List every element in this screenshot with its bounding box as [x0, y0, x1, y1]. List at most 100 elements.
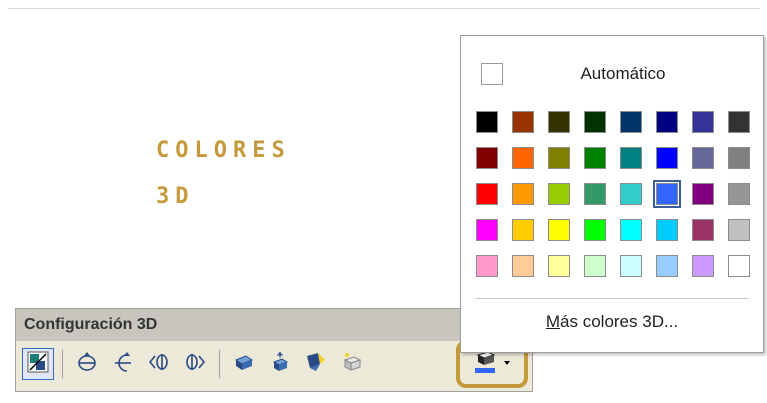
color-swatch-cell[interactable]	[581, 108, 609, 136]
color-swatch	[584, 111, 606, 133]
color-swatch-cell[interactable]	[725, 108, 753, 136]
color-swatch-cell[interactable]	[473, 252, 501, 280]
color-swatch-cell[interactable]	[725, 216, 753, 244]
tilt-right-button[interactable]	[179, 348, 211, 380]
toolbar-title[interactable]: Configuración 3D	[16, 309, 532, 341]
color-swatch-cell[interactable]	[653, 216, 681, 244]
toolbar-separator	[219, 350, 220, 378]
color-swatch-cell[interactable]	[545, 180, 573, 208]
more-colors-label: ás colores 3D...	[560, 312, 679, 331]
color-swatch-cell[interactable]	[617, 108, 645, 136]
tilt-down-icon	[75, 350, 99, 379]
color-swatch	[476, 147, 498, 169]
wordart-object[interactable]: COLORES 3D	[156, 128, 291, 220]
color-swatch	[728, 147, 750, 169]
color-swatch	[512, 219, 534, 241]
toolbar-separator	[62, 350, 63, 378]
wordart-line-2: 3D	[156, 184, 195, 209]
color-swatch	[548, 147, 570, 169]
direction-button[interactable]	[264, 348, 296, 380]
color-swatch-cell[interactable]	[725, 144, 753, 172]
tilt-right-icon	[183, 350, 207, 379]
color-swatch-cell[interactable]	[617, 216, 645, 244]
color-swatch-cell[interactable]	[545, 216, 573, 244]
3d-color-icon	[472, 349, 498, 380]
color-swatch	[584, 183, 606, 205]
color-swatch-cell[interactable]	[509, 108, 537, 136]
color-swatch	[692, 255, 714, 277]
toggle-3d-button[interactable]	[22, 348, 54, 380]
color-swatch	[692, 219, 714, 241]
tilt-up-button[interactable]	[107, 348, 139, 380]
depth-icon	[232, 350, 256, 379]
color-swatch	[512, 147, 534, 169]
color-swatch	[512, 183, 534, 205]
color-swatch-cell[interactable]	[473, 108, 501, 136]
color-swatch-cell[interactable]	[725, 252, 753, 280]
color-swatch-cell[interactable]	[617, 180, 645, 208]
tilt-left-button[interactable]	[143, 348, 175, 380]
color-swatch-cell[interactable]	[689, 216, 717, 244]
color-swatch-cell[interactable]	[653, 180, 681, 208]
color-swatch	[584, 255, 606, 277]
color-swatch	[476, 183, 498, 205]
surface-button[interactable]	[336, 348, 368, 380]
color-swatch-cell[interactable]	[689, 144, 717, 172]
color-swatch	[728, 219, 750, 241]
toolbar-buttons-row	[22, 345, 368, 383]
automatic-color-option[interactable]: Automático	[481, 60, 743, 88]
color-swatch	[476, 111, 498, 133]
color-swatch	[548, 255, 570, 277]
color-swatch	[548, 111, 570, 133]
color-swatch-cell[interactable]	[581, 252, 609, 280]
color-swatch	[584, 147, 606, 169]
color-swatch-cell[interactable]	[581, 216, 609, 244]
color-swatch-cell[interactable]	[689, 252, 717, 280]
tilt-left-icon	[147, 350, 171, 379]
color-swatch-cell[interactable]	[617, 252, 645, 280]
color-swatch	[692, 147, 714, 169]
color-swatch-cell[interactable]	[509, 180, 537, 208]
color-swatch	[476, 219, 498, 241]
color-swatch	[548, 219, 570, 241]
color-swatch-cell[interactable]	[653, 144, 681, 172]
color-swatch-cell[interactable]	[653, 252, 681, 280]
more-3d-colors-option[interactable]: Más colores 3D...	[461, 312, 763, 332]
color-swatch-cell[interactable]	[545, 144, 573, 172]
tilt-down-button[interactable]	[71, 348, 103, 380]
wordart-line-1: COLORES	[156, 138, 291, 163]
color-swatch-cell[interactable]	[581, 144, 609, 172]
color-swatch-cell[interactable]	[725, 180, 753, 208]
more-colors-mnemonic: M	[545, 312, 561, 331]
color-swatch-cell[interactable]	[509, 144, 537, 172]
color-swatch	[620, 255, 642, 277]
color-swatch-cell[interactable]	[689, 180, 717, 208]
color-swatch	[620, 219, 642, 241]
color-swatch	[548, 183, 570, 205]
color-swatch	[728, 183, 750, 205]
color-swatch-cell[interactable]	[545, 252, 573, 280]
3d-color-dropdown: Automático Más colores 3D...	[460, 35, 764, 353]
color-swatch-cell[interactable]	[653, 108, 681, 136]
lighting-button[interactable]	[300, 348, 332, 380]
color-swatch-cell[interactable]	[581, 180, 609, 208]
color-swatch	[656, 111, 678, 133]
color-swatch-cell[interactable]	[473, 144, 501, 172]
color-swatch-cell[interactable]	[473, 216, 501, 244]
color-swatch-cell[interactable]	[689, 108, 717, 136]
color-swatch	[692, 183, 714, 205]
color-swatch	[728, 111, 750, 133]
color-swatch-cell[interactable]	[545, 108, 573, 136]
direction-icon	[268, 350, 292, 379]
color-swatch	[512, 111, 534, 133]
color-swatch	[584, 219, 606, 241]
color-swatch-cell[interactable]	[509, 252, 537, 280]
color-swatch-cell[interactable]	[473, 180, 501, 208]
color-swatch-cell[interactable]	[617, 144, 645, 172]
color-swatch	[656, 219, 678, 241]
depth-button[interactable]	[228, 348, 260, 380]
automatic-color-label: Automático	[580, 64, 666, 83]
color-swatch	[656, 147, 678, 169]
automatic-color-swatch	[481, 63, 503, 85]
color-swatch-cell[interactable]	[509, 216, 537, 244]
